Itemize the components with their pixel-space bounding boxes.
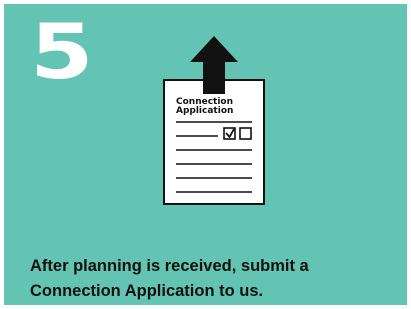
checked-checkbox-icon — [223, 127, 236, 140]
step-card: 5 Connection Application After planning … — [4, 4, 407, 305]
document-title-line2: Application — [176, 106, 233, 116]
step-number: 5 — [30, 7, 94, 96]
empty-checkbox-icon — [239, 127, 252, 140]
application-document-icon: Connection Application — [163, 79, 265, 205]
application-illustration: Connection Application — [163, 36, 265, 205]
caption-line-2: Connection Application to us. — [30, 282, 264, 300]
step-caption: After planning is received, submit a Con… — [30, 254, 400, 304]
caption-line-1: After planning is received, submit a — [30, 257, 309, 275]
